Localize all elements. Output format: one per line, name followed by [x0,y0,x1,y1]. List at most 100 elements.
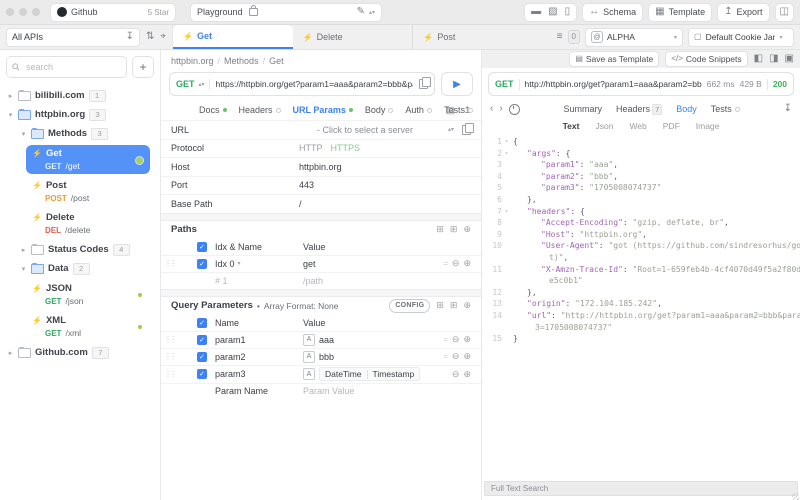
sidebar-item-post[interactable]: ⚡PostPOST/post [26,177,150,206]
tab-resp-headers[interactable]: Headers7 [616,104,662,114]
path-ghost-value[interactable]: /path [303,276,471,286]
list-menu-icon[interactable]: ≡ [557,32,563,42]
tab-resp-body[interactable]: Body [676,104,697,114]
sidebar-item-status-codes[interactable]: ▸Status Codes4 [0,241,160,258]
add-row-icon[interactable]: ⊞ [450,300,458,311]
copy-icon[interactable] [462,125,471,135]
subtab-text[interactable]: Text [563,121,580,131]
save-as-template-button[interactable]: ▤ Save as Template [569,51,659,67]
protocol-https-option[interactable]: HTTPS [331,143,361,153]
history-icon[interactable] [509,104,520,115]
send-button[interactable]: ▶ [441,72,473,96]
add-row-icon[interactable]: ⊕ [463,351,471,362]
type-badge[interactable]: A [303,368,315,380]
chevron-right-icon[interactable]: ▸ [7,92,14,100]
layout-right-icon[interactable]: ◨ [769,54,778,64]
fold-caret-icon[interactable]: ▾ [502,136,511,148]
tab-headers[interactable]: Headers [239,105,281,115]
expand-collapse-icon[interactable]: ⇅ [146,32,154,42]
toggle-panel-button[interactable]: ◫ [775,3,794,22]
add-row-icon[interactable]: ⊕ [463,334,471,345]
sidebar-item-json[interactable]: ⚡JSONGET/json [26,280,150,309]
subtab-image[interactable]: Image [696,121,720,131]
response-url[interactable]: http://httpbin.org/get?param1=aaa&param2… [525,79,702,89]
open-tab-get[interactable]: ⚡ Get [173,25,293,49]
sidebar-item-methods[interactable]: ▾Methods3 [0,125,160,142]
row-checkbox[interactable] [197,335,207,345]
drag-handle-icon[interactable]: ⋮⋮ [164,352,174,361]
template-button[interactable]: ▦ Template [648,3,712,22]
type-badge[interactable]: A [303,351,315,363]
row-checkbox[interactable] [197,352,207,362]
history-back-icon[interactable]: ‹ [490,104,493,114]
add-circle-icon[interactable]: ⊕ [463,224,471,235]
row-checkbox[interactable] [197,369,207,379]
resize-handle[interactable] [792,493,799,500]
copy-icon[interactable] [419,79,428,89]
open-tab-delete[interactable]: ⚡ Delete [293,25,413,49]
config-button[interactable]: CONFIG [389,299,430,313]
remove-row-icon[interactable]: ⊖ [452,351,460,362]
workspace-select[interactable]: Github 5 Star [50,3,176,22]
drag-handle-icon[interactable]: ⋮⋮ [164,370,174,379]
share-icon[interactable]: ↥ [463,105,471,116]
new-param-name-placeholder[interactable]: Param Name [215,386,303,396]
path-row-name[interactable]: Idx 0 [215,259,235,269]
subtab-json[interactable]: Json [595,121,613,131]
runner-count-badge[interactable]: 0 [568,30,580,44]
layout-left-icon[interactable]: ◧ [754,54,763,64]
select-all-checkbox[interactable] [197,242,207,252]
path-ghost-name[interactable]: # 1 [215,276,303,286]
chevron-down-icon[interactable]: ▾ [20,265,27,273]
param-name[interactable]: param1 [215,335,303,345]
chevron-down-icon[interactable]: ▾ [7,111,14,119]
project-tab[interactable]: Playground ✎ ▴▾ [190,3,382,22]
param-value[interactable]: aaa [319,335,334,345]
drag-handle-icon[interactable]: ⋮⋮ [164,259,174,268]
sidebar-item-get[interactable]: ⚡GetGET/get [26,145,150,174]
param-name[interactable]: param2 [215,352,303,362]
chevron-down-icon[interactable]: ▾ [20,130,27,138]
subtab-web[interactable]: Web [629,121,646,131]
protocol-http-option[interactable]: HTTP [299,143,323,153]
schema-button[interactable]: ↔ Schema [582,3,643,22]
layout-full-icon[interactable]: ▣ [785,54,794,64]
bulk-edit-icon[interactable]: ⊞ [436,224,444,235]
sidebar-item-bilibili-com[interactable]: ▸bilibili.com1 [0,87,160,104]
api-filter-select[interactable]: All APIs ↧ [6,28,140,47]
remove-row-icon[interactable]: ⊖ [452,258,460,269]
drag-handle-icon[interactable]: ⋮⋮ [164,335,174,344]
add-api-button[interactable]: + [132,56,154,78]
tab-auth[interactable]: Auth [405,105,432,115]
edit-icon[interactable]: ✎ [357,7,365,17]
code-snippets-button[interactable]: </> Code Snippets [665,51,747,67]
breadcrumb-folder[interactable]: Methods [224,56,259,66]
export-button[interactable]: ↥ Export [717,3,769,22]
row-checkbox[interactable] [197,259,207,269]
host-value[interactable]: httpbin.org [299,162,342,172]
full-text-search-input[interactable] [489,483,793,494]
array-format-label[interactable]: Array Format: None [264,301,339,311]
param-name[interactable]: param3 [215,369,303,379]
chevron-right-icon[interactable]: ▸ [20,246,27,254]
server-select[interactable]: - Click to select a server ▴▾ [317,125,454,135]
timestamp-value-field[interactable]: DateTime Timestamp [319,367,420,381]
tab-docs[interactable]: Docs [199,105,227,115]
chevron-right-icon[interactable]: ▸ [7,349,14,357]
param-value[interactable]: bbb [319,352,334,362]
request-url-input[interactable] [214,78,415,90]
full-text-search-bar[interactable] [484,481,798,496]
bulk-edit-icon[interactable]: ⊞ [436,300,444,311]
fold-caret-icon[interactable]: ▾ [502,206,511,218]
remove-row-icon[interactable]: ⊖ [452,334,460,345]
fold-caret-icon[interactable]: ▾ [502,148,511,160]
breadcrumb-collection[interactable]: httpbin.org [171,56,214,66]
tab-resp-tests[interactable]: Tests [711,104,740,114]
save-icon[interactable]: ▤ [446,105,455,116]
remove-row-icon[interactable]: ⊖ [452,369,460,380]
desktop-icon[interactable]: ▬ [531,7,541,17]
search-box[interactable] [6,56,127,78]
cookie-jar-select[interactable]: ▢ Default Cookie Jar ▾ [688,28,794,47]
tab-url-params[interactable]: URL Params [293,105,353,115]
sidebar-item-data[interactable]: ▾Data2 [0,260,160,277]
